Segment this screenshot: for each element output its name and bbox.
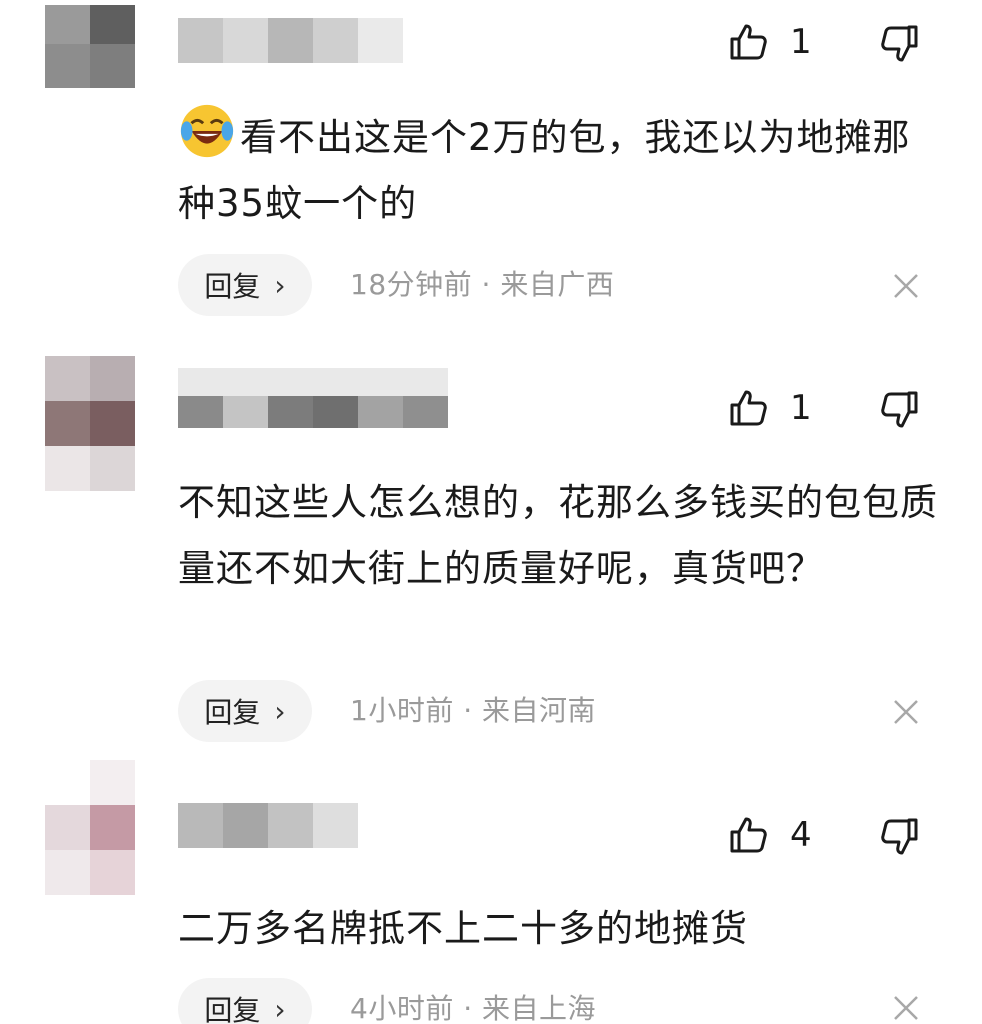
like-count: 4 [790, 815, 812, 855]
comment-text: 二万多名牌抵不上二十多的地摊货 [178, 907, 748, 950]
thumbs-down-icon [881, 818, 918, 855]
comment-meta: 18分钟前 · 来自广西 [350, 268, 615, 301]
thumbs-up-icon [730, 817, 767, 853]
comment-meta: 4小时前 · 来自上海 [350, 992, 597, 1024]
reply-button[interactable]: 回复 › [178, 680, 312, 742]
chevron-right-icon: › [274, 992, 286, 1024]
comment-text: 不知这些人怎么想的，花那么多钱买的包包质量还不如大街上的质量好呢，真货吧？ [178, 481, 938, 590]
like-count: 1 [790, 388, 812, 428]
like-button[interactable]: 1 [728, 388, 812, 428]
chevron-right-icon: › [274, 694, 286, 728]
reply-button[interactable]: 回复 › [178, 254, 312, 316]
thumbs-up-icon [730, 24, 767, 60]
close-icon[interactable] [890, 270, 922, 306]
thumbs-up-icon [730, 390, 767, 426]
chevron-right-icon: › [274, 268, 286, 302]
comment-meta: 1小时前 · 来自河南 [350, 694, 597, 727]
close-icon[interactable] [890, 992, 922, 1024]
nickname[interactable] [178, 803, 358, 848]
nickname[interactable] [178, 18, 403, 63]
reply-button[interactable]: 回复 › [178, 978, 312, 1024]
avatar[interactable] [45, 760, 135, 895]
dislike-button[interactable] [878, 817, 920, 861]
thumbs-down-icon [881, 25, 918, 62]
nickname[interactable] [178, 368, 448, 428]
dislike-button[interactable] [878, 24, 920, 68]
avatar[interactable] [45, 0, 135, 135]
like-count: 1 [790, 22, 812, 62]
like-button[interactable]: 4 [728, 815, 812, 855]
crying-laughing-emoji [180, 104, 234, 158]
dislike-button[interactable] [878, 390, 920, 434]
comment-list: 1 看不出这是个2万的包，我还以为地摊那种35蚊一个的 回复 › 18分钟前 ·… [0, 0, 982, 1024]
avatar[interactable] [45, 356, 135, 491]
like-button[interactable]: 1 [728, 22, 812, 62]
thumbs-down-icon [881, 391, 918, 428]
comment-text: 看不出这是个2万的包，我还以为地摊那种35蚊一个的 [178, 102, 938, 237]
close-icon[interactable] [890, 696, 922, 732]
